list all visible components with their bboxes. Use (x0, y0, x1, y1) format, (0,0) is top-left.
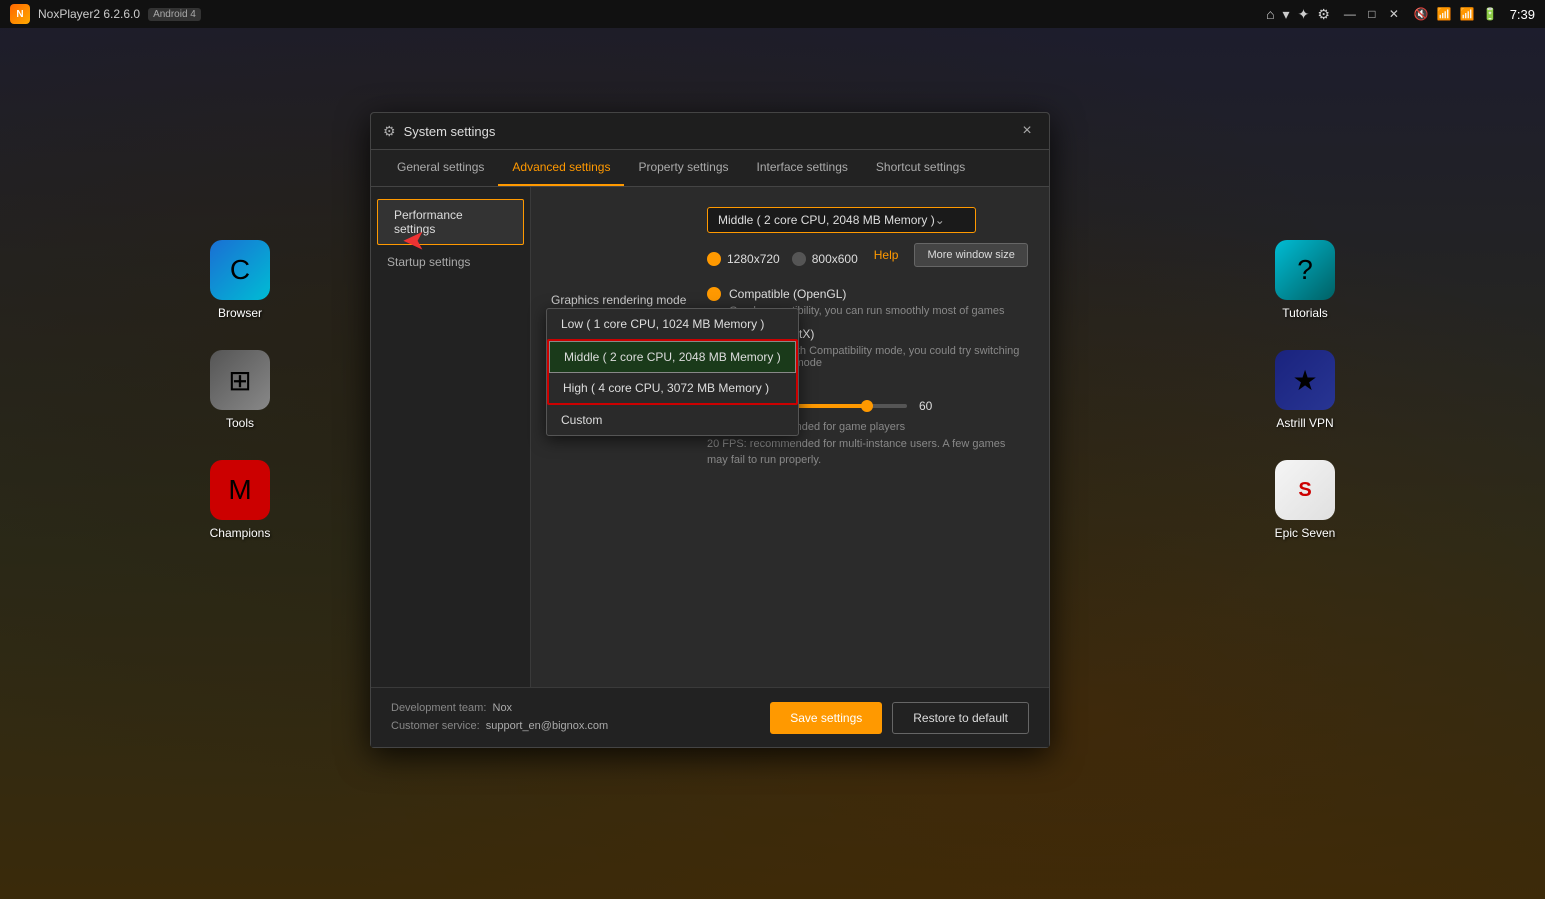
dropdown-option-low[interactable]: Low ( 1 core CPU, 1024 MB Memory ) (547, 309, 798, 339)
save-settings-button[interactable]: Save settings (770, 702, 882, 734)
tools-label: Tools (226, 416, 254, 430)
resolution-800[interactable]: 800x600 (792, 252, 858, 266)
app-name: NoxPlayer2 6.2.6.0 (38, 7, 140, 21)
champions-icon-desktop[interactable]: M Champions (200, 460, 280, 540)
tab-property-settings[interactable]: Property settings (624, 150, 742, 186)
performance-label (551, 207, 691, 213)
dialog-close-button[interactable]: × (1017, 121, 1037, 141)
dropdown-red-border: Middle ( 2 core CPU, 2048 MB Memory ) Hi… (547, 339, 798, 405)
taskbar-icon-down[interactable]: ▾ (1283, 6, 1290, 23)
top-bar-left: N NoxPlayer2 6.2.6.0 Android 4 (10, 4, 201, 24)
sidebar-startup-settings[interactable]: Startup settings (371, 247, 530, 277)
signal-icon: 📶 (1460, 7, 1475, 21)
dialog-sidebar: Performance settings Startup settings (371, 187, 531, 687)
render-opengl-label: Compatible (OpenGL) (729, 287, 846, 301)
tab-shortcut-settings[interactable]: Shortcut settings (862, 150, 979, 186)
epicseven-icon-img: S (1275, 460, 1335, 520)
performance-dropdown-value: Middle ( 2 core CPU, 2048 MB Memory ) (718, 213, 935, 227)
top-bar-icons: ⌂ ▾ ✦ ⚙ (1266, 6, 1330, 23)
render-opengl[interactable]: Compatible (OpenGL) (707, 287, 1029, 301)
more-window-size-button[interactable]: More window size (914, 243, 1027, 267)
performance-dropdown[interactable]: Middle ( 2 core CPU, 2048 MB Memory ) ⌄ (707, 207, 976, 233)
browser-label: Browser (218, 306, 262, 320)
top-bar: N NoxPlayer2 6.2.6.0 Android 4 ⌂ ▾ ✦ ⚙ —… (0, 0, 1545, 28)
dropdown-option-high[interactable]: High ( 4 core CPU, 3072 MB Memory ) (549, 373, 796, 403)
dialog-title-text: System settings (404, 124, 496, 139)
fps-value: 60 (919, 399, 932, 413)
resolution-1280-label: 1280x720 (727, 252, 780, 266)
radio-1280-dot (707, 252, 721, 266)
tab-advanced-settings[interactable]: Advanced settings (498, 150, 624, 186)
astrill-label: Astrill VPN (1276, 416, 1333, 430)
taskbar-icon-home[interactable]: ⌂ (1266, 6, 1274, 22)
android-badge: Android 4 (148, 8, 201, 21)
maximize-button[interactable]: □ (1364, 6, 1380, 22)
dialog-title-left: ⚙ System settings (383, 123, 495, 140)
astrill-icon-desktop[interactable]: ★ Astrill VPN (1265, 350, 1345, 430)
dropdown-arrow-icon: ⌄ (935, 213, 945, 227)
champions-label: Champions (210, 526, 271, 540)
footer-info: Development team: NoxCustomer service: s… (391, 700, 608, 735)
footer-buttons: Save settings Restore to default (770, 702, 1029, 734)
help-link[interactable]: Help (874, 248, 899, 262)
dialog-footer: Development team: NoxCustomer service: s… (371, 687, 1049, 747)
taskbar-icon-star[interactable]: ✦ (1298, 6, 1310, 23)
performance-controls: Middle ( 2 core CPU, 2048 MB Memory ) ⌄ (707, 207, 1029, 233)
startup-settings-label: Startup settings (387, 255, 470, 269)
resolution-1280[interactable]: 1280x720 (707, 252, 780, 266)
fps-slider-thumb[interactable] (861, 400, 873, 412)
dialog-tabs: General settings Advanced settings Prope… (371, 150, 1049, 187)
tutorials-label: Tutorials (1282, 306, 1328, 320)
champions-icon-img: M (210, 460, 270, 520)
taskbar-icon-gear[interactable]: ⚙ (1317, 6, 1330, 23)
browser-icon-img: C (210, 240, 270, 300)
fps-hint-2: 20 FPS: recommended for multi-instance u… (707, 436, 1029, 469)
tutorials-icon-desktop[interactable]: ? Tutorials (1265, 240, 1345, 320)
nox-logo: N (10, 4, 30, 24)
dropdown-option-middle[interactable]: Middle ( 2 core CPU, 2048 MB Memory ) (549, 341, 796, 373)
startup-options-row: 1280x720 800x600 Help More window size (707, 243, 1029, 267)
dialog-body: Performance settings Startup settings Mi… (371, 187, 1049, 687)
resolution-row: 1280x720 800x600 Help More window size (551, 243, 1029, 267)
performance-row: Middle ( 2 core CPU, 2048 MB Memory ) ⌄ (551, 207, 1029, 233)
tools-icon-img: ⊞ (210, 350, 270, 410)
close-window-button[interactable]: ✕ (1386, 6, 1402, 22)
resolution-label (551, 243, 691, 249)
minimize-button[interactable]: — (1342, 6, 1358, 22)
performance-dropdown-menu: Low ( 1 core CPU, 1024 MB Memory ) Middl… (546, 308, 799, 436)
dialog-content: Middle ( 2 core CPU, 2048 MB Memory ) ⌄ … (531, 187, 1049, 687)
tools-icon-desktop[interactable]: ⊞ Tools (200, 350, 280, 430)
dropdown-option-custom[interactable]: Custom (547, 405, 798, 435)
settings-gear-icon: ⚙ (383, 123, 396, 140)
epicseven-label: Epic Seven (1275, 526, 1336, 540)
nox-logo-icon: N (10, 4, 30, 24)
radio-800-dot (792, 252, 806, 266)
settings-dialog: ⚙ System settings × General settings Adv… (370, 112, 1050, 748)
restore-default-button[interactable]: Restore to default (892, 702, 1029, 734)
astrill-icon-img: ★ (1275, 350, 1335, 410)
window-controls: — □ ✕ (1342, 6, 1402, 22)
resolution-controls: 1280x720 800x600 Help More window size (707, 243, 1029, 267)
epicseven-icon-desktop[interactable]: S Epic Seven (1265, 460, 1345, 540)
time-display: 7:39 (1510, 7, 1535, 22)
arrow-pointer: ➤ (402, 225, 425, 258)
resolution-800-label: 800x600 (812, 252, 858, 266)
top-bar-right: ⌂ ▾ ✦ ⚙ — □ ✕ 🔇 📶 📶 🔋 7:39 (1266, 6, 1535, 23)
sidebar-performance-settings[interactable]: Performance settings (377, 199, 524, 245)
radio-opengl-dot (707, 287, 721, 301)
wifi-icon: 📶 (1437, 7, 1452, 21)
desktop-icons-left: C Browser ⊞ Tools M Champions (200, 240, 280, 540)
status-icons: 🔇 📶 📶 🔋 (1414, 7, 1498, 21)
browser-icon-desktop[interactable]: C Browser (200, 240, 280, 320)
graphics-label: Graphics rendering mode (551, 287, 691, 307)
battery-icon: 🔋 (1483, 7, 1498, 21)
tab-general-settings[interactable]: General settings (383, 150, 498, 186)
dialog-titlebar: ⚙ System settings × (371, 113, 1049, 150)
resolution-options: 1280x720 800x600 (707, 252, 858, 266)
tab-interface-settings[interactable]: Interface settings (743, 150, 862, 186)
mute-icon: 🔇 (1414, 7, 1429, 21)
tutorials-icon-img: ? (1275, 240, 1335, 300)
desktop-icons-right: ? Tutorials ★ Astrill VPN S Epic Seven (1265, 240, 1345, 540)
